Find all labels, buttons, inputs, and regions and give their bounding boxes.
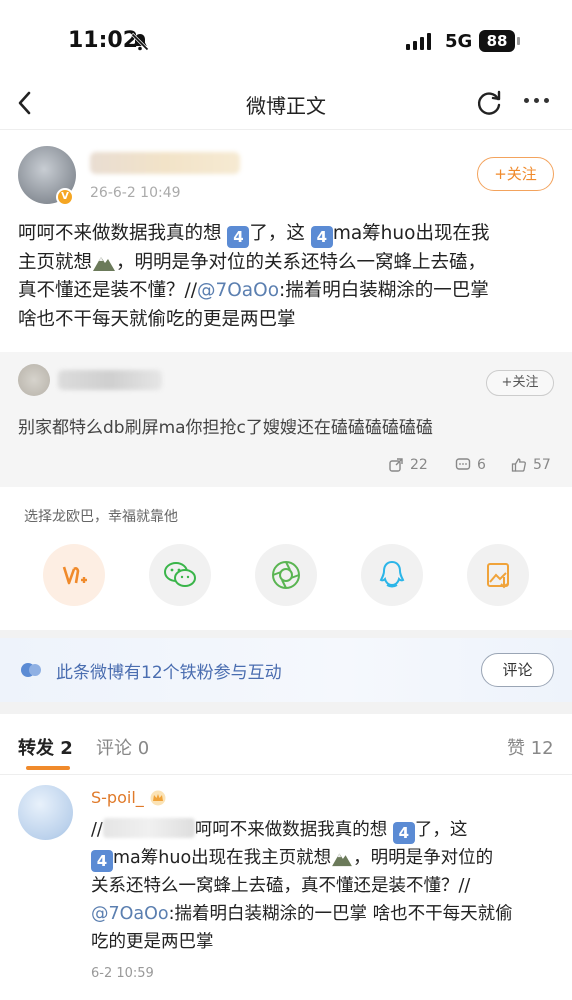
featured-comment[interactable]: +关注 别家都特么db刷屏ma你担抢c了嫂嫂还在磕磕磕磕磕磕 22 6 57: [0, 352, 572, 487]
fans-banner[interactable]: 此条微博有12个铁粉参与互动 评论: [0, 638, 572, 702]
like-count: 57: [533, 457, 551, 473]
post-line-3: 真不懂还是装不懂？//@7OaOo:揣着明白装糊涂的一巴掌: [18, 277, 558, 306]
post-text-segment: ma筹huo出现在我: [332, 223, 490, 244]
number-four-icon: 4: [310, 226, 333, 248]
repost-text-segment: 呵呵不来做数据我真的想: [194, 820, 388, 840]
fans-icon: [21, 663, 41, 677]
tab-likes[interactable]: 赞 12: [507, 734, 554, 760]
tab-comments[interactable]: 评论 0: [96, 734, 149, 760]
post-line-2: 主页就想 ，明明是争对位的关系还特么一窝蜂上去磕，: [18, 249, 558, 278]
commenter-name-redacted[interactable]: [58, 370, 162, 390]
battery-icon: 88: [479, 30, 515, 52]
comment-text: 别家都特么db刷屏ma你担抢c了嫂嫂还在磕磕磕磕磕磕: [18, 418, 433, 438]
repost-stat[interactable]: 22: [388, 457, 428, 473]
interaction-tabs: 转发 2 评论 0 赞 12: [0, 714, 572, 774]
fans-text: 此条微博有12个铁粉参与互动: [56, 663, 282, 683]
more-options-icon[interactable]: [524, 98, 554, 106]
redacted-mention: [102, 818, 195, 838]
post-text-segment: 了，这: [249, 223, 305, 244]
repost-text-segment: 了，这: [414, 820, 468, 840]
post-text-segment: 呵呵不来做数据我真的想: [18, 223, 222, 244]
share-wechat-button[interactable]: [149, 544, 211, 606]
post-text-segment: :揣着明白装糊涂的一巴掌: [279, 280, 489, 301]
share-qq-button[interactable]: [361, 544, 423, 606]
share-weibo-button[interactable]: [43, 544, 105, 606]
number-four-icon: 4: [91, 850, 113, 872]
repost-content: //呵呵不来做数据我真的想 4 了，这 4 ma筹huo出现在我主页就想 ，明明是争对…: [91, 816, 553, 956]
status-time: 11:02: [68, 28, 139, 53]
comment-stats: 22 6 57: [0, 457, 572, 477]
repost-line-1: // 呵呵不来做数据我真的想 4 了，这: [91, 816, 553, 844]
tab-reposts[interactable]: 转发 2: [18, 734, 73, 760]
post-text-segment: ，明明是争对位的关系还特么一窝蜂上去磕，: [116, 251, 487, 273]
section-divider: [0, 702, 572, 714]
refresh-icon[interactable]: [474, 88, 504, 118]
mention-link[interactable]: @7OaOo: [91, 904, 169, 924]
tabs-divider: [0, 774, 572, 775]
reposter-name-row[interactable]: S-poil_: [91, 788, 167, 807]
mute-bell-icon: [130, 32, 150, 52]
comment-stat[interactable]: 6: [455, 457, 486, 473]
qq-icon: [379, 560, 405, 588]
repost-text-segment: ma筹huo出现在我主页就想: [113, 848, 332, 868]
network-type: 5G: [445, 31, 473, 52]
mountain-emoji-icon: [93, 256, 116, 271]
moments-icon: [272, 561, 300, 589]
repost-text-segment: :揣着明白装糊涂的一巴掌 啥也不干每天就偷: [168, 904, 513, 924]
post-line-4: 啥也不干每天就偷吃的更是两巴掌: [18, 308, 296, 330]
post-text-segment: 主页就想: [18, 251, 93, 273]
number-four-icon: 4: [392, 822, 415, 844]
wechat-icon: [164, 562, 196, 587]
share-hint: 选择龙欧巴，幸福就靠他: [24, 509, 178, 525]
repost-timestamp: 6-2 10:59: [91, 966, 154, 981]
number-four-icon: 4: [227, 226, 250, 248]
follow-button[interactable]: +关注: [477, 157, 554, 191]
active-tab-indicator: [26, 766, 70, 770]
comment-bubble-icon: [455, 458, 471, 470]
section-divider: [0, 630, 572, 638]
comment-count: 6: [477, 457, 486, 473]
commenter-follow-button[interactable]: +关注: [486, 370, 554, 396]
post-text-segment: 真不懂还是装不懂？//: [18, 280, 197, 301]
verified-badge-icon: V: [56, 188, 74, 206]
share-moments-button[interactable]: [255, 544, 317, 606]
repost-line-5: 吃的更是两巴掌: [91, 932, 214, 952]
nav-bar: 微博正文: [0, 80, 572, 130]
share-row: [0, 544, 572, 608]
weibo-icon: [62, 566, 87, 585]
reposter-avatar[interactable]: [18, 785, 73, 840]
signal-icon: [406, 32, 431, 50]
battery-nub: [517, 37, 520, 45]
author-name-redacted[interactable]: [90, 152, 240, 174]
status-bar: 11:02 5G 88: [0, 0, 572, 80]
mountain-emoji-icon: [332, 853, 353, 867]
comment-button[interactable]: 评论: [481, 653, 554, 687]
repost-icon: [389, 458, 403, 472]
repost-count: 22: [410, 457, 428, 473]
commenter-avatar[interactable]: [18, 364, 50, 396]
thumbs-up-icon: [511, 458, 526, 472]
repost-line-2: 4 ma筹huo出现在我主页就想 ，明明是争对位的: [91, 844, 553, 872]
repost-text-segment: ，明明是争对位的: [353, 848, 494, 868]
save-image-icon: [487, 563, 509, 589]
mention-link[interactable]: @7OaOo: [197, 280, 279, 301]
save-image-button[interactable]: [467, 544, 529, 606]
post-content: 呵呵不来做数据我真的想 4 了，这 4 ma筹huo出现在我 主页就想 ，明明是争对位…: [18, 220, 558, 334]
repost-line-4: @7OaOo:揣着明白装糊涂的一巴掌 啥也不干每天就偷: [91, 900, 553, 928]
repost-text-segment: //: [91, 820, 103, 840]
repost-line-3: 关系还特么一窝蜂上去磕，真不懂还是装不懂？//: [91, 876, 471, 896]
crown-badge-icon: [150, 790, 166, 805]
post-line-1: 呵呵不来做数据我真的想 4 了，这 4 ma筹huo出现在我: [18, 220, 558, 249]
post-timestamp: 26-6-2 10:49: [90, 185, 181, 201]
like-stat[interactable]: 57: [511, 457, 551, 473]
reposter-name[interactable]: S-poil_: [91, 788, 144, 807]
